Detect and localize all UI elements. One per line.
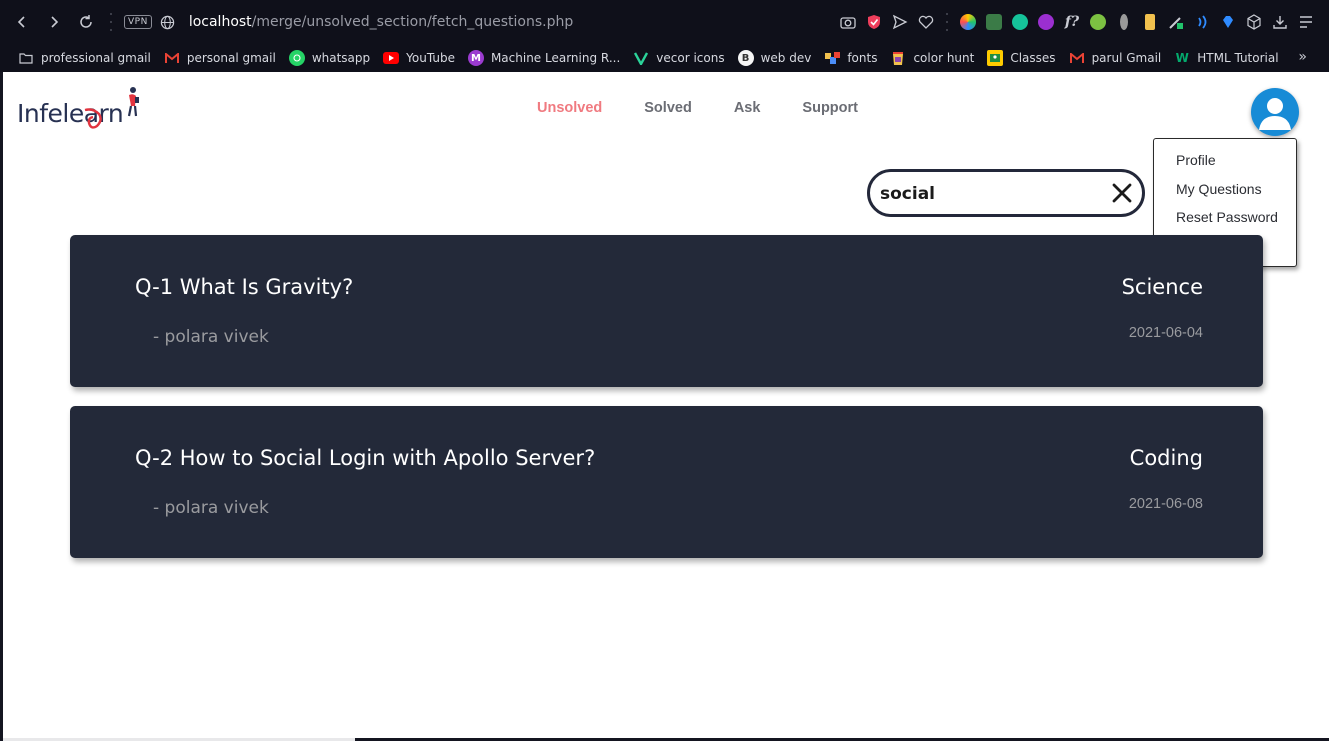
font-icon[interactable]: f?	[1059, 9, 1085, 35]
bookmark-parul-gmail[interactable]: parul Gmail	[1069, 50, 1162, 66]
gmail-icon	[1069, 50, 1085, 66]
nav-ask[interactable]: Ask	[734, 100, 761, 116]
page: Infelearn Unsolved Solved Ask Support Pr…	[3, 72, 1329, 738]
bookmark-label: HTML Tutorial	[1197, 51, 1279, 65]
question-date: 2021-06-04	[1128, 325, 1203, 341]
question-category: Coding	[1129, 446, 1203, 470]
user-icon	[1259, 98, 1291, 130]
m-icon: M	[467, 50, 484, 66]
send-icon[interactable]	[887, 9, 913, 35]
download-icon[interactable]	[1267, 9, 1293, 35]
globe-icon[interactable]	[160, 15, 175, 30]
bookmarks-overflow-button[interactable]: »	[1298, 49, 1307, 65]
wave-icon[interactable]	[1189, 9, 1215, 35]
question-author: - polara vivek	[153, 327, 269, 347]
bookmark-label: vecor icons	[656, 51, 725, 65]
folder-icon	[18, 50, 34, 66]
nav-unsolved[interactable]: Unsolved	[537, 100, 602, 116]
jar-icon[interactable]	[1137, 9, 1163, 35]
heart-icon[interactable]	[913, 9, 939, 35]
camera-icon[interactable]	[835, 9, 861, 35]
bookmark-label: fonts	[847, 51, 878, 65]
bookmark-label: color hunt	[913, 51, 975, 65]
tree-icon[interactable]	[1085, 9, 1111, 35]
wand-icon[interactable]	[1163, 9, 1189, 35]
bookmark-professional-gmail[interactable]: professional gmail	[18, 50, 151, 66]
bookmark-web-dev[interactable]: B web dev	[737, 50, 812, 66]
bookmark-label: web dev	[760, 51, 812, 65]
logo-text: Infelearn	[17, 99, 124, 128]
b-icon: B	[737, 50, 754, 66]
bookmarks-bar: professional gmail personal gmail whatsa…	[0, 44, 1329, 72]
nav-solved[interactable]: Solved	[644, 100, 692, 116]
browser-toolbar: VPN localhost/merge/unsolved_section/fet…	[0, 0, 1329, 44]
question-card[interactable]: Q-1 What Is Gravity? - polara vivek Scie…	[70, 235, 1263, 387]
youtube-icon	[383, 52, 400, 64]
address-bar[interactable]: localhost/merge/unsolved_section/fetch_q…	[189, 14, 573, 30]
reload-button[interactable]	[70, 6, 102, 38]
question-category: Science	[1121, 275, 1203, 299]
bookmark-label: whatsapp	[311, 51, 371, 65]
menu-item-reset-password[interactable]: Reset Password	[1154, 209, 1296, 238]
question-title[interactable]: Q-1 What Is Gravity?	[135, 275, 353, 299]
bookmark-classes[interactable]: Classes	[987, 50, 1056, 66]
bookmark-label: professional gmail	[41, 51, 151, 65]
bookmark-label: personal gmail	[186, 51, 276, 65]
url-host: localhost	[188, 14, 252, 30]
site-logo[interactable]: Infelearn	[17, 86, 142, 132]
menu-item-profile[interactable]: Profile	[1154, 152, 1296, 181]
reload-icon	[80, 15, 92, 28]
grammarly-icon[interactable]	[1007, 9, 1033, 35]
bookmark-label: Classes	[1010, 51, 1056, 65]
search-box	[867, 169, 1145, 217]
extension-separator	[942, 13, 952, 31]
forward-button[interactable]	[38, 6, 70, 38]
color-picker-icon[interactable]	[955, 9, 981, 35]
logo-ribbon-icon	[84, 108, 102, 129]
search-input[interactable]	[880, 184, 1100, 204]
bookmark-vecor-icons[interactable]: vecor icons	[633, 50, 725, 66]
back-button[interactable]	[6, 6, 38, 38]
question-card[interactable]: Q-2 How to Social Login with Apollo Serv…	[70, 406, 1263, 558]
bookmark-label: Machine Learning R...	[490, 51, 621, 65]
menu-icon[interactable]	[1293, 9, 1319, 35]
bookmark-label: YouTube	[406, 51, 455, 65]
colorhunt-icon	[890, 50, 906, 66]
logo-figure-icon	[127, 87, 139, 117]
bookmark-color-hunt[interactable]: color hunt	[890, 50, 974, 66]
menu-item-my-questions[interactable]: My Questions	[1154, 181, 1296, 210]
vpn-badge[interactable]: VPN	[124, 15, 152, 29]
whatsapp-icon	[288, 50, 305, 66]
bottle-icon[interactable]	[1111, 9, 1137, 35]
url-path: /merge/unsolved_section/fetch_questions.…	[251, 14, 574, 30]
bookmark-fonts[interactable]: fonts	[824, 50, 877, 66]
toolbar-separator	[106, 13, 116, 31]
chevron-right-icon	[51, 16, 59, 28]
box-icon[interactable]	[1241, 9, 1267, 35]
user-avatar[interactable]	[1251, 88, 1299, 136]
bookmark-html-tutorial[interactable]: W HTML Tutorial	[1174, 50, 1279, 66]
cube-icon[interactable]	[981, 9, 1007, 35]
gmail-icon	[164, 50, 180, 66]
chevron-left-icon	[17, 16, 25, 28]
classroom-icon	[987, 50, 1004, 66]
close-icon[interactable]	[1110, 181, 1134, 205]
diamond-icon[interactable]	[1215, 9, 1241, 35]
question-title[interactable]: Q-2 How to Social Login with Apollo Serv…	[135, 446, 595, 470]
bookmark-personal-gmail[interactable]: personal gmail	[164, 50, 276, 66]
v-icon	[633, 50, 649, 66]
fonts-icon	[824, 50, 840, 66]
question-date: 2021-06-08	[1128, 496, 1203, 512]
bookmark-machine-learning[interactable]: M Machine Learning R...	[467, 50, 621, 66]
w3-icon: W	[1175, 51, 1189, 65]
bookmark-youtube[interactable]: YouTube	[383, 51, 455, 65]
extensions-bar: f?	[835, 0, 1319, 44]
shield-icon[interactable]	[861, 9, 887, 35]
bookmark-label: parul Gmail	[1091, 51, 1162, 65]
question-author: - polara vivek	[153, 498, 269, 518]
bookmark-whatsapp[interactable]: whatsapp	[288, 50, 371, 66]
web-icon[interactable]	[1033, 9, 1059, 35]
nav-support[interactable]: Support	[802, 100, 858, 116]
top-navigation: Unsolved Solved Ask Support	[537, 100, 900, 116]
